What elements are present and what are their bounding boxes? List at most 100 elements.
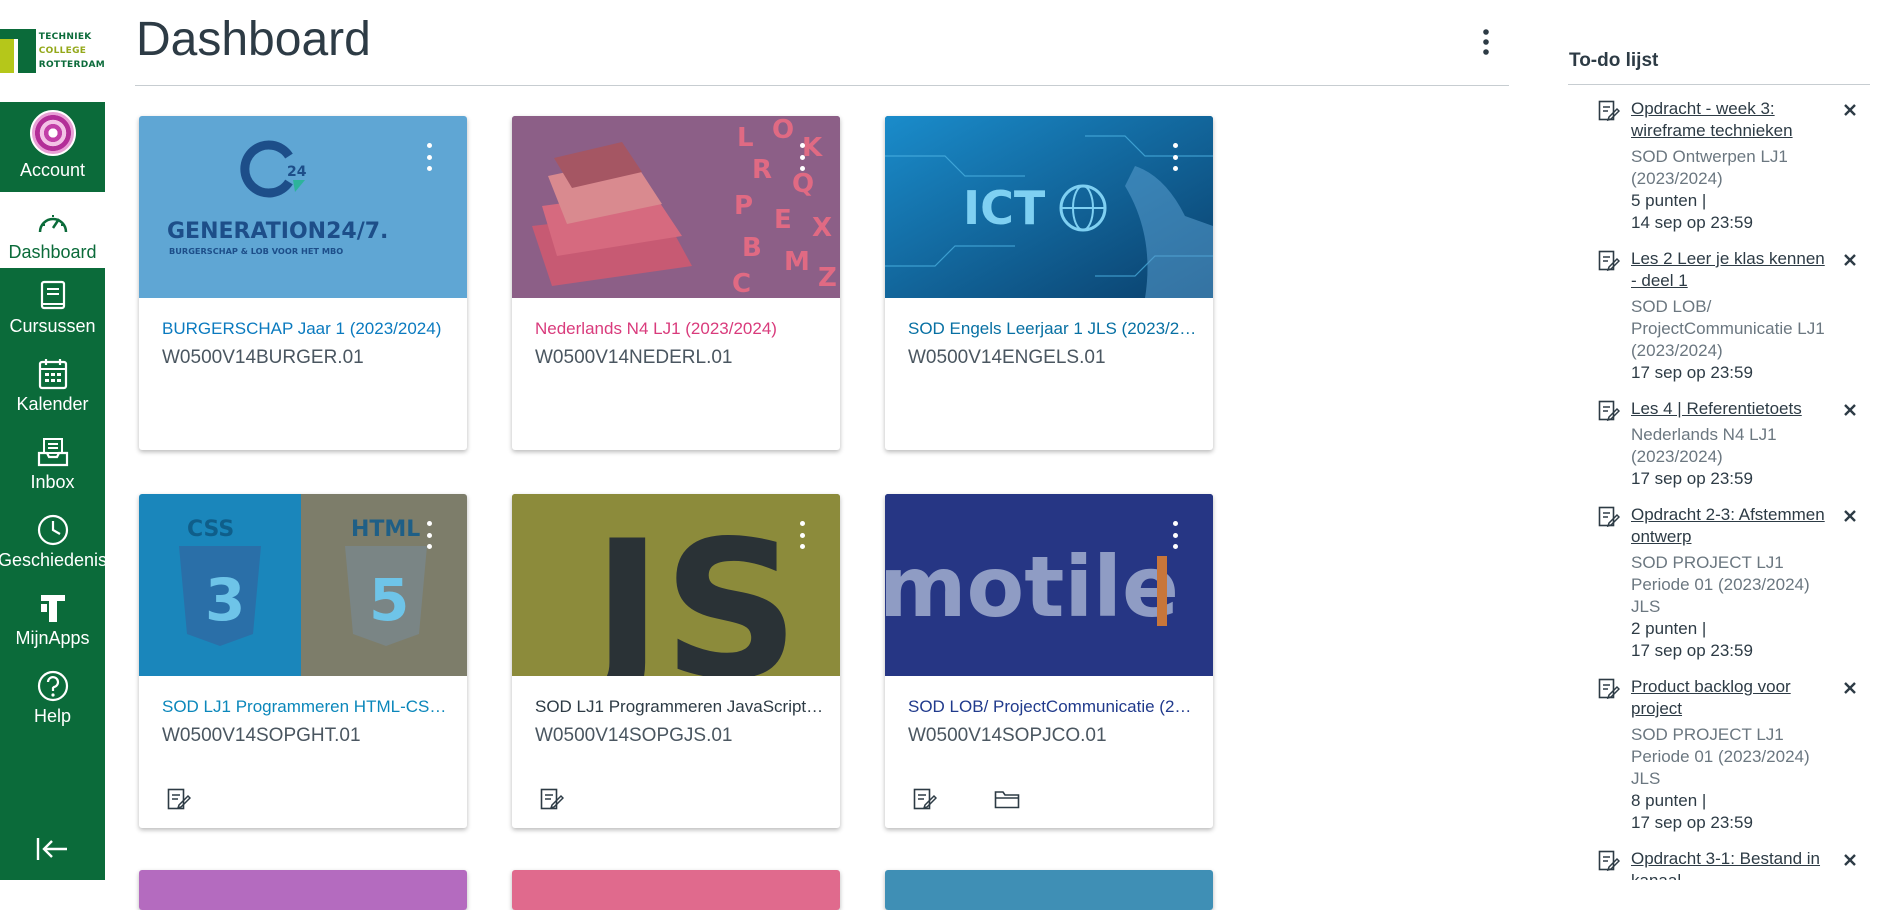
svg-text:B: B xyxy=(742,233,762,263)
course-card-image[interactable]: 24 GENERATION24/7. BURGERSCHAP & LOB VOO… xyxy=(139,116,467,298)
card-options-button[interactable] xyxy=(1167,140,1183,174)
course-name[interactable]: SOD LJ1 Programmeren HTML-CSS (2023/2024… xyxy=(162,697,452,717)
course-card-image[interactable]: ICT xyxy=(885,116,1213,298)
js-text: JS xyxy=(581,500,800,676)
folder-icon xyxy=(994,791,1020,809)
course-card-image[interactable]: LOK RQP EXB MZC xyxy=(512,116,840,298)
course-name[interactable]: Nederlands N4 LJ1 (2023/2024) xyxy=(535,319,825,339)
nav-history[interactable]: Geschiedenis xyxy=(0,512,107,571)
close-icon xyxy=(1844,854,1856,866)
todo-points: 8 punten | xyxy=(1631,791,1707,810)
html-label: HTML xyxy=(351,517,420,542)
css-number: 3 xyxy=(205,566,245,634)
generation-badge: 24 xyxy=(287,164,307,180)
course-card-partial[interactable] xyxy=(139,870,467,910)
todo-link[interactable]: Les 2 Leer je klas kennen - deel 1 xyxy=(1631,248,1831,292)
assignments-button[interactable] xyxy=(165,786,193,812)
todo-course: SOD PROJECT LJ1 Periode 01 (2023/2024) J… xyxy=(1631,553,1810,616)
todo-link[interactable]: Product backlog voor project xyxy=(1631,676,1831,720)
course-code: W0500V14SOPGJS.01 xyxy=(535,725,733,746)
card-options-button[interactable] xyxy=(421,518,437,552)
course-code: W0500V14SOPGHT.01 xyxy=(162,725,361,746)
nav-calendar[interactable]: Kalender xyxy=(0,356,105,415)
school-logo[interactable]: TECHNIEK COLLEGE ROTTERDAM xyxy=(0,0,105,102)
course-card-image[interactable]: motile xyxy=(885,494,1213,676)
assignment-icon xyxy=(540,788,564,810)
course-card-partial[interactable] xyxy=(885,870,1213,910)
ict-text: ICT xyxy=(963,181,1046,235)
todo-course: SOD PROJECT LJ1 Periode 01 (2023/2024) J… xyxy=(1631,725,1810,788)
nav-account[interactable]: Account xyxy=(0,110,105,181)
todo-title: To-do lijst xyxy=(1569,50,1659,71)
todo-due: 17 sep op 23:59 xyxy=(1631,641,1753,660)
course-card-image[interactable] xyxy=(512,870,840,910)
svg-text:M: M xyxy=(784,247,810,277)
assignment-icon xyxy=(1598,250,1620,272)
course-card[interactable]: CSS 3 HTML 5 SOD LJ1 Programmeren HTML-C… xyxy=(139,494,467,828)
dismiss-button[interactable] xyxy=(1840,100,1860,120)
course-card-partial[interactable] xyxy=(512,870,840,910)
dismiss-button[interactable] xyxy=(1840,678,1860,698)
course-card[interactable]: 24 GENERATION24/7. BURGERSCHAP & LOB VOO… xyxy=(139,116,467,450)
generation-subtitle: BURGERSCHAP & LOB VOOR HET MBO xyxy=(169,246,343,256)
card-options-button[interactable] xyxy=(421,140,437,174)
todo-link[interactable]: Les 4 | Referentietoets xyxy=(1631,398,1831,420)
todo-link[interactable]: Opdracht 2-3: Afstemmen ontwerp xyxy=(1631,504,1831,548)
course-card[interactable]: LOK RQP EXB MZC Nederlands N4 LJ1 (2023/… xyxy=(512,116,840,450)
card-options-button[interactable] xyxy=(794,518,810,552)
course-card-image[interactable]: JS xyxy=(512,494,840,676)
dismiss-button[interactable] xyxy=(1840,506,1860,526)
todo-item: Opdracht 3-1: Bestand in kanaal xyxy=(1568,848,1870,880)
svg-text:P: P xyxy=(734,191,753,221)
kebab-icon xyxy=(1483,29,1489,55)
close-icon xyxy=(1844,404,1856,416)
todo-link[interactable]: Opdracht 3-1: Bestand in kanaal xyxy=(1631,848,1831,880)
assignment-icon xyxy=(913,788,937,810)
todo-due: 14 sep op 23:59 xyxy=(1631,213,1753,232)
course-card[interactable]: motile SOD LOB/ ProjectCommunicatie (202… xyxy=(885,494,1213,828)
course-card-image[interactable]: CSS 3 HTML 5 xyxy=(139,494,467,676)
course-card[interactable]: JS SOD LJ1 Programmeren JavaScript (2023… xyxy=(512,494,840,828)
motile-text: motile xyxy=(885,538,1179,636)
svg-text:C: C xyxy=(732,269,751,298)
nav-help[interactable]: Help xyxy=(0,668,105,727)
course-card[interactable]: ICT SOD Engels Leerjaar 1 JLS (2023/2024… xyxy=(885,116,1213,450)
nav-courses[interactable]: Cursussen xyxy=(0,278,105,337)
todo-link[interactable]: Opdracht - week 3: wireframe technieken xyxy=(1631,98,1831,142)
svg-text:O: O xyxy=(772,116,794,145)
course-card-image[interactable] xyxy=(139,870,467,910)
inbox-icon xyxy=(35,434,71,470)
nav-dashboard[interactable]: Dashboard xyxy=(0,192,105,268)
dashboard-icon xyxy=(35,204,71,240)
nav-apps[interactable]: MijnApps xyxy=(0,590,105,649)
todo-due: 17 sep op 23:59 xyxy=(1631,363,1753,382)
logo-wordmark: TECHNIEK COLLEGE ROTTERDAM xyxy=(38,32,105,70)
assignment-icon xyxy=(1598,100,1620,122)
assignment-icon xyxy=(1598,400,1620,422)
assignment-icon xyxy=(1598,506,1620,528)
dismiss-button[interactable] xyxy=(1840,850,1860,870)
course-name[interactable]: SOD LJ1 Programmeren JavaScript (2023/20… xyxy=(535,697,825,717)
assignments-button[interactable] xyxy=(911,786,939,812)
dashboard-options-button[interactable] xyxy=(1474,24,1498,60)
close-icon xyxy=(1844,510,1856,522)
course-name[interactable]: BURGERSCHAP Jaar 1 (2023/2024) xyxy=(162,319,452,339)
todo-due: 17 sep op 23:59 xyxy=(1631,813,1753,832)
todo-course: SOD Ontwerpen LJ1 (2023/2024) xyxy=(1631,147,1788,188)
course-code: W0500V14NEDERL.01 xyxy=(535,347,733,368)
course-name[interactable]: SOD Engels Leerjaar 1 JLS (2023/2024) xyxy=(908,319,1198,339)
page-title: Dashboard xyxy=(136,13,371,66)
dismiss-button[interactable] xyxy=(1840,250,1860,270)
card-options-button[interactable] xyxy=(794,140,810,174)
assignments-button[interactable] xyxy=(538,786,566,812)
course-name[interactable]: SOD LOB/ ProjectCommunicatie (2023/2024) xyxy=(908,697,1198,717)
collapse-nav-button[interactable] xyxy=(32,832,72,866)
course-card-image[interactable] xyxy=(885,870,1213,910)
apps-icon xyxy=(35,590,71,626)
nav-inbox[interactable]: Inbox xyxy=(0,434,105,493)
files-button[interactable] xyxy=(993,786,1021,812)
dismiss-button[interactable] xyxy=(1840,400,1860,420)
card-options-button[interactable] xyxy=(1167,518,1183,552)
nav-help-label: Help xyxy=(33,706,72,726)
nav-inbox-label: Inbox xyxy=(30,472,75,492)
